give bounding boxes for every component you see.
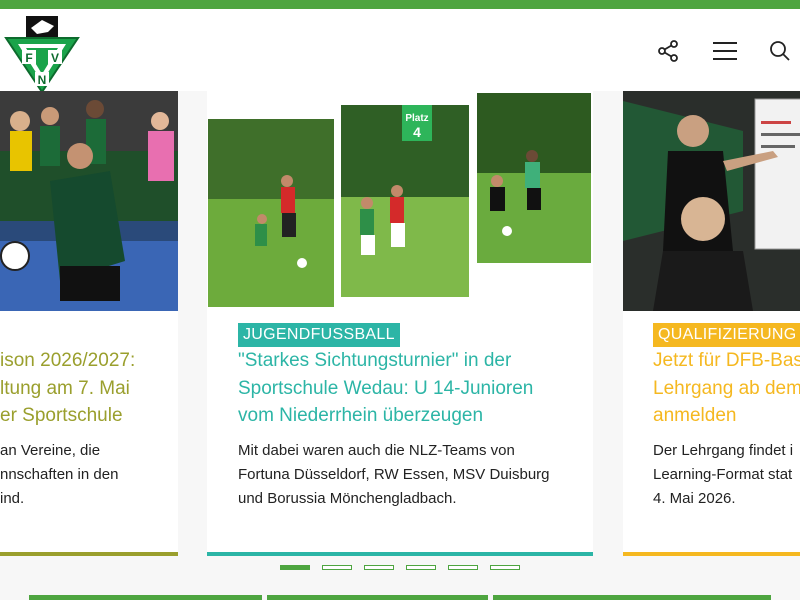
card-image-youth-football: Platz 4 — [207, 91, 593, 311]
card-excerpt: Mit dabei waren auch die NLZ-Teams von F… — [238, 442, 550, 507]
pagination-dot[interactable] — [364, 565, 394, 570]
logo-letter-n: N — [38, 73, 47, 87]
bottom-tab[interactable] — [493, 595, 771, 600]
news-slider[interactable]: ison 2026/2027: ltung am 7. Mai er Sport… — [0, 91, 800, 561]
card-accent-bar — [207, 552, 593, 556]
category-tag[interactable]: QUALIFIZIERUNG — [653, 323, 800, 347]
bottom-tab-strip — [0, 595, 800, 600]
logo-letter-v: V — [51, 51, 59, 65]
card-excerpt: Der Lehrgang findet i Learning-Format st… — [653, 442, 794, 507]
top-accent-bar — [0, 0, 800, 9]
card-excerpt: an Vereine, die nnschaften in den ind. — [0, 442, 119, 507]
bottom-tab[interactable] — [29, 595, 262, 600]
photo-field-sign-number: 4 — [413, 124, 421, 140]
news-card[interactable]: ison 2026/2027: ltung am 7. Mai er Sport… — [0, 91, 178, 556]
photo-field-sign: Platz — [405, 113, 428, 124]
card-image-training — [623, 91, 800, 311]
menu-icon[interactable] — [711, 37, 739, 65]
card-title[interactable]: "Starkes Sichtungsturnier" in der Sports… — [238, 347, 533, 430]
bottom-tab[interactable] — [267, 595, 488, 600]
card-image-futsal — [0, 91, 178, 311]
pagination-dot[interactable] — [406, 565, 436, 570]
card-accent-bar — [0, 552, 178, 556]
pagination-dot[interactable] — [490, 565, 520, 570]
card-title[interactable]: Jetzt für DFB-Bas Lehrgang ab dem anmeld… — [653, 347, 800, 430]
logo-letter-f: F — [25, 51, 32, 65]
card-accent-bar — [623, 552, 800, 556]
pagination-dot[interactable] — [280, 565, 310, 570]
search-icon[interactable] — [766, 37, 794, 65]
news-card[interactable]: QUALIFIZIERUNG Jetzt für DFB-Bas Lehrgan… — [623, 91, 800, 556]
category-tag[interactable]: JUGENDFUSSBALL — [238, 323, 400, 347]
share-icon[interactable] — [654, 37, 682, 65]
slider-pagination — [280, 565, 520, 571]
pagination-dot[interactable] — [448, 565, 478, 570]
news-card[interactable]: Platz 4 JUGENDFUSSBALL "Starkes Sichtung… — [207, 91, 593, 556]
site-header: F V N — [0, 9, 800, 94]
fvn-logo[interactable]: F V N — [4, 14, 80, 94]
pagination-dot[interactable] — [322, 565, 352, 570]
card-title[interactable]: ison 2026/2027: ltung am 7. Mai er Sport… — [0, 347, 135, 430]
